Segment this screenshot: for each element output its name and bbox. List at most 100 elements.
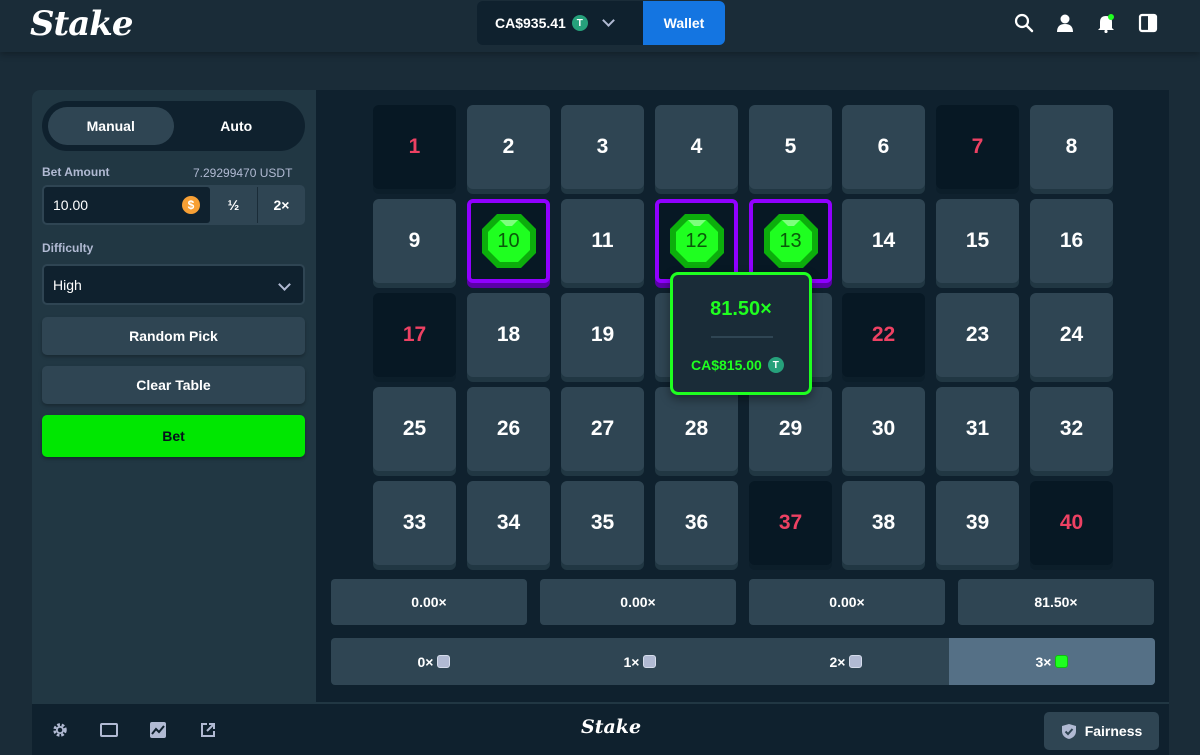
tile-number: 11 [591,229,614,252]
balance-amount: CA$935.41 [495,15,566,31]
tab-auto[interactable]: Auto [174,107,300,145]
hits-label: 2× [829,653,846,670]
difficulty-label: Difficulty [42,241,94,255]
tile-number: 15 [965,229,990,252]
wallet-button[interactable]: Wallet [643,1,725,45]
settings-icon[interactable] [50,720,70,740]
board-tile-11[interactable]: 11 [561,199,644,283]
difficulty-value: High [53,276,82,293]
board-tile-17[interactable]: 17 [373,293,456,377]
tile-number: 4 [690,135,703,158]
payout-multiplier-0: 0.00× [331,579,527,625]
board-tile-35[interactable]: 35 [561,481,644,565]
theatre-mode-icon[interactable] [99,720,119,740]
board-tile-33[interactable]: 33 [373,481,456,565]
board-tile-6[interactable]: 6 [842,105,925,189]
popout-icon[interactable] [198,720,218,740]
board-tile-14[interactable]: 14 [842,199,925,283]
sidebar-toggle-icon[interactable] [1137,12,1159,34]
tile-number: 5 [784,135,797,158]
board-tile-29[interactable]: 29 [749,387,832,471]
board-tile-19[interactable]: 19 [561,293,644,377]
tile-number: 19 [590,323,615,346]
tile-number: 25 [402,417,427,440]
green-gem-icon [1055,655,1069,668]
gem-icon: 10 [479,211,539,271]
tile-number: 9 [408,229,421,252]
tile-number: 27 [590,417,615,440]
coin-icon: $ [182,196,200,214]
difficulty-select[interactable]: High [42,264,305,305]
tile-number: 38 [871,511,896,534]
tile-number: 29 [778,417,803,440]
board-tile-39[interactable]: 39 [936,481,1019,565]
tile-number: 33 [402,511,427,534]
search-icon[interactable] [1013,12,1035,34]
stats-icon[interactable] [148,720,168,740]
board-tile-7[interactable]: 7 [936,105,1019,189]
board-tile-4[interactable]: 4 [655,105,738,189]
hits-cell-1: 1× [537,638,743,685]
hits-cell-3: 3× [949,638,1155,685]
board-tile-24[interactable]: 24 [1030,293,1113,377]
board-tile-13[interactable]: 13 [749,199,832,283]
board-tile-40[interactable]: 40 [1030,481,1113,565]
tile-number: 31 [965,417,990,440]
tile-number: 17 [402,323,427,346]
clear-table-button[interactable]: Clear Table [42,366,305,404]
tile-number: 39 [965,511,990,534]
board-tile-1[interactable]: 1 [373,105,456,189]
hits-cell-2: 2× [743,638,949,685]
tile-number: 40 [1059,511,1084,534]
board-tile-37[interactable]: 37 [749,481,832,565]
half-bet-button[interactable]: ½ [210,187,257,223]
notification-bell-icon[interactable] [1095,12,1117,34]
tile-number: 30 [871,417,896,440]
board-tile-22[interactable]: 22 [842,293,925,377]
board-tile-3[interactable]: 3 [561,105,644,189]
board-tile-26[interactable]: 26 [467,387,550,471]
board-tile-2[interactable]: 2 [467,105,550,189]
board-tile-30[interactable]: 30 [842,387,925,471]
tile-number: 32 [1059,417,1084,440]
board-tile-32[interactable]: 32 [1030,387,1113,471]
tile-number: 37 [778,511,803,534]
board-tile-10[interactable]: 10 [467,199,550,283]
tile-number: 16 [1059,229,1084,252]
bet-amount-group: 10.00 $ ½ 2× [42,185,305,225]
board-tile-15[interactable]: 15 [936,199,1019,283]
board-tile-18[interactable]: 18 [467,293,550,377]
double-bet-button[interactable]: 2× [257,187,305,223]
board-tile-28[interactable]: 28 [655,387,738,471]
board-tile-36[interactable]: 36 [655,481,738,565]
random-pick-button[interactable]: Random Pick [42,317,305,355]
chevron-down-icon [601,14,615,27]
board-tile-16[interactable]: 16 [1030,199,1113,283]
board-tile-25[interactable]: 25 [373,387,456,471]
board-tile-34[interactable]: 34 [467,481,550,565]
board-tile-23[interactable]: 23 [936,293,1019,377]
stake-logo[interactable]: Stake [30,4,133,44]
board-tile-5[interactable]: 5 [749,105,832,189]
balance-dropdown[interactable]: CA$935.41 T [477,1,643,45]
win-multiplier: 81.50× [710,298,772,320]
board-tile-31[interactable]: 31 [936,387,1019,471]
hits-label: 0× [417,653,434,670]
tile-number: 26 [496,417,521,440]
tile-number: 28 [684,417,709,440]
board-tile-27[interactable]: 27 [561,387,644,471]
board-tile-12[interactable]: 12 [655,199,738,283]
board-tile-9[interactable]: 9 [373,199,456,283]
fairness-button[interactable]: Fairness [1044,712,1159,750]
tab-manual[interactable]: Manual [48,107,174,145]
user-icon[interactable] [1054,12,1076,34]
tile-number: 24 [1059,323,1084,346]
tile-number: 1 [408,135,421,158]
board-tile-38[interactable]: 38 [842,481,925,565]
footer-stake-logo: Stake [581,716,642,738]
bet-button[interactable]: Bet [42,415,305,457]
win-popup: 81.50× CA$815.00 T [670,272,812,395]
bet-amount-label: Bet Amount [42,165,110,179]
hits-label: 3× [1035,653,1052,670]
board-tile-8[interactable]: 8 [1030,105,1113,189]
